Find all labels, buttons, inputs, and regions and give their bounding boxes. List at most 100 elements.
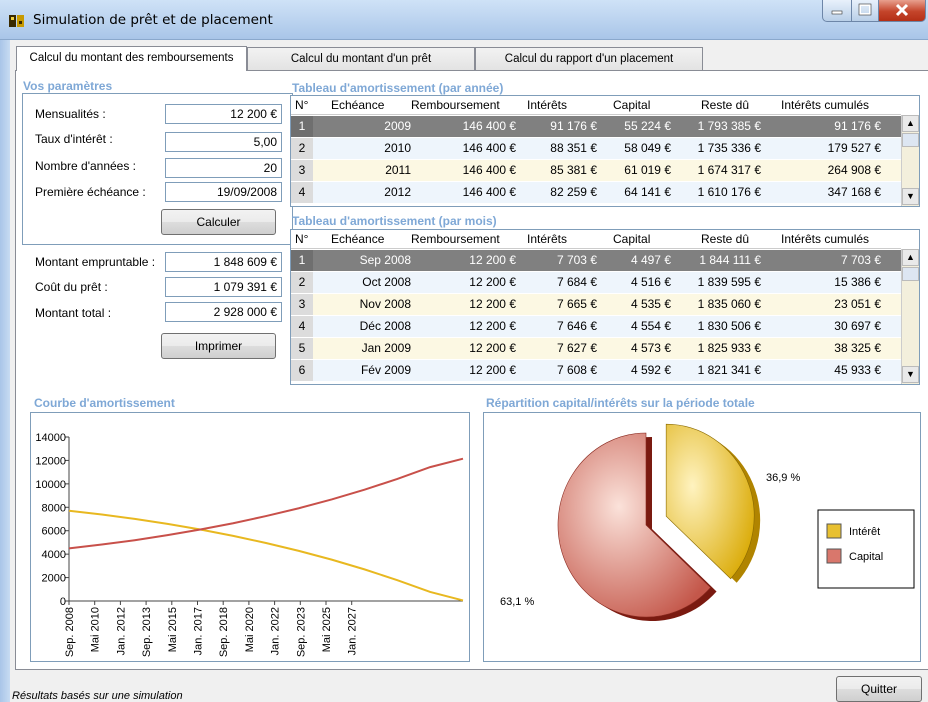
annual-table[interactable]: N° Echéance Remboursement Intérêts Capital Re…	[290, 95, 920, 207]
table-cell: 1 821 341 €	[697, 363, 761, 377]
column-header[interactable]: Intérêts cumulés	[781, 98, 869, 112]
table-cell: 1 674 317 €	[697, 163, 761, 177]
column-header[interactable]: Intérêts	[527, 98, 567, 112]
quitter-button[interactable]: Quitter	[836, 676, 922, 702]
table-row[interactable]: 1 Sep 2008 12 200 € 7 703 € 4 497 € 1 844 111…	[291, 250, 901, 271]
table-cell: 5	[291, 338, 313, 359]
table-cell: 88 351 €	[550, 141, 597, 155]
y-tick-label: 10000	[35, 479, 66, 491]
column-header[interactable]: Reste dû	[701, 232, 749, 246]
interet-percent-label: 36,9 %	[766, 472, 800, 484]
table-row[interactable]: 2 Oct 2008 12 200 € 7 684 € 4 516 € 1 839 595…	[291, 272, 901, 293]
annual-table-header: N° Echéance Remboursement Intérêts Capital Re…	[291, 96, 901, 115]
table-cell: 4	[291, 316, 313, 337]
table-cell: Fév 2009	[360, 363, 411, 377]
y-tick-label: 6000	[42, 526, 66, 538]
minimize-icon	[831, 10, 843, 15]
column-header[interactable]: Intérêts	[527, 232, 567, 246]
pie-chart-panel: 36,9 % 63,1 % Intérêt Capital	[483, 412, 921, 662]
column-header[interactable]: Remboursement	[411, 232, 500, 246]
monthly-table[interactable]: N° Echéance Remboursement Intérêts Capital Re…	[290, 229, 920, 385]
total-label: Montant total :	[35, 306, 112, 320]
table-cell: 264 908 €	[827, 163, 881, 177]
column-header[interactable]: Capital	[613, 98, 650, 112]
imprimer-button[interactable]: Imprimer	[161, 333, 276, 359]
capital-line	[68, 457, 464, 550]
table-row[interactable]: 5 Jan 2009 12 200 € 7 627 € 4 573 € 1 825 933…	[291, 338, 901, 359]
table-cell: 12 200 €	[469, 253, 516, 267]
table-cell: 7 627 €	[556, 341, 597, 355]
app-icon	[9, 15, 24, 27]
scroll-thumb[interactable]	[902, 267, 919, 281]
table-cell: 15 386 €	[834, 275, 881, 289]
table-row[interactable]: 2 2010 146 400 € 88 351 € 58 049 € 1 735 336 …	[291, 138, 901, 159]
tab-remboursements[interactable]: Calcul du montant des remboursements	[16, 46, 247, 71]
table-cell: 58 049 €	[624, 141, 671, 155]
empruntable-label: Montant empruntable :	[35, 255, 156, 269]
pie-legend: Intérêt Capital	[817, 509, 915, 589]
table-cell: Jan 2009	[361, 341, 411, 355]
column-header[interactable]: N°	[295, 98, 308, 112]
cout-label: Coût du prêt :	[35, 280, 108, 294]
table-row[interactable]: 4 Déc 2008 12 200 € 7 646 € 4 554 € 1 830 506…	[291, 316, 901, 337]
table-cell: 55 224 €	[624, 119, 671, 133]
scroll-thumb[interactable]	[902, 133, 919, 147]
close-button[interactable]	[878, 0, 926, 22]
taux-label: Taux d'intérêt :	[35, 132, 113, 146]
legend-swatch	[826, 548, 842, 564]
table-cell: 146 400 €	[462, 119, 516, 133]
taux-field[interactable]: 5,00	[165, 132, 282, 152]
column-header[interactable]: Echéance	[331, 232, 384, 246]
scroll-up-icon[interactable]: ▲	[902, 249, 919, 266]
x-tick-label: Jan. 2012	[115, 607, 127, 655]
x-tick-label: Sep. 2013	[141, 607, 153, 657]
table-row[interactable]: 3 Nov 2008 12 200 € 7 665 € 4 535 € 1 835 060…	[291, 294, 901, 315]
cout-field[interactable]: 1 079 391 €	[165, 277, 282, 297]
total-field[interactable]: 2 928 000 €	[165, 302, 282, 322]
table-cell: Oct 2008	[362, 275, 411, 289]
line-chart-title: Courbe d'amortissement	[34, 396, 175, 410]
annees-field[interactable]: 20	[165, 158, 282, 178]
scrollbar[interactable]: ▲ ▼	[901, 249, 919, 384]
scroll-down-icon[interactable]: ▼	[902, 188, 919, 205]
scroll-up-icon[interactable]: ▲	[902, 115, 919, 132]
line-chart-panel: 0 2000 4000 6000 8000 10000 12000 14000 Sep. 200…	[30, 412, 470, 662]
table-cell: 4 497 €	[630, 253, 671, 267]
table-cell: 3	[291, 294, 313, 315]
table-cell: 2009	[384, 119, 411, 133]
column-header[interactable]: Echéance	[331, 98, 384, 112]
table-cell: 85 381 €	[550, 163, 597, 177]
tab-montant-pret[interactable]: Calcul du montant d'un prêt	[247, 47, 475, 70]
column-header[interactable]: Capital	[613, 232, 650, 246]
table-cell: 6	[291, 360, 313, 381]
monthly-table-title: Tableau d'amortissement (par mois)	[292, 214, 497, 228]
table-cell: 38 325 €	[834, 341, 881, 355]
table-cell: 7 646 €	[556, 319, 597, 333]
table-row[interactable]: 3 2011 146 400 € 85 381 € 61 019 € 1 674 317 …	[291, 160, 901, 181]
scroll-down-icon[interactable]: ▼	[902, 366, 919, 383]
empruntable-field[interactable]: 1 848 609 €	[165, 252, 282, 272]
echeance-label: Première échéance :	[35, 185, 146, 199]
table-row[interactable]: 4 2012 146 400 € 82 259 € 64 141 € 1 610 176 …	[291, 182, 901, 203]
column-header[interactable]: Intérêts cumulés	[781, 232, 869, 246]
table-cell: 146 400 €	[462, 185, 516, 199]
column-header[interactable]: Reste dû	[701, 98, 749, 112]
table-cell: 30 697 €	[834, 319, 881, 333]
x-tick-label: Jan. 2017	[193, 607, 205, 655]
table-cell: 4 516 €	[630, 275, 671, 289]
column-header[interactable]: N°	[295, 232, 308, 246]
table-cell: Sep 2008	[359, 253, 411, 267]
title-bar[interactable]: Simulation de prêt et de placement	[0, 0, 928, 40]
column-header[interactable]: Remboursement	[411, 98, 500, 112]
table-row[interactable]: 6 Fév 2009 12 200 € 7 608 € 4 592 € 1 821 341…	[291, 360, 901, 381]
tab-rapport-placement[interactable]: Calcul du rapport d'un placement	[475, 47, 703, 70]
maximize-button[interactable]	[851, 0, 879, 22]
table-cell: Déc 2008	[359, 319, 411, 333]
mensualites-field[interactable]: 12 200 €	[165, 104, 282, 124]
table-cell: 146 400 €	[462, 163, 516, 177]
scrollbar[interactable]: ▲ ▼	[901, 115, 919, 206]
calculer-button[interactable]: Calculer	[161, 209, 276, 235]
table-row[interactable]: 1 2009 146 400 € 91 176 € 55 224 € 1 793 385 …	[291, 116, 901, 137]
echeance-field[interactable]: 19/09/2008	[165, 182, 282, 202]
minimize-button[interactable]	[822, 0, 852, 22]
